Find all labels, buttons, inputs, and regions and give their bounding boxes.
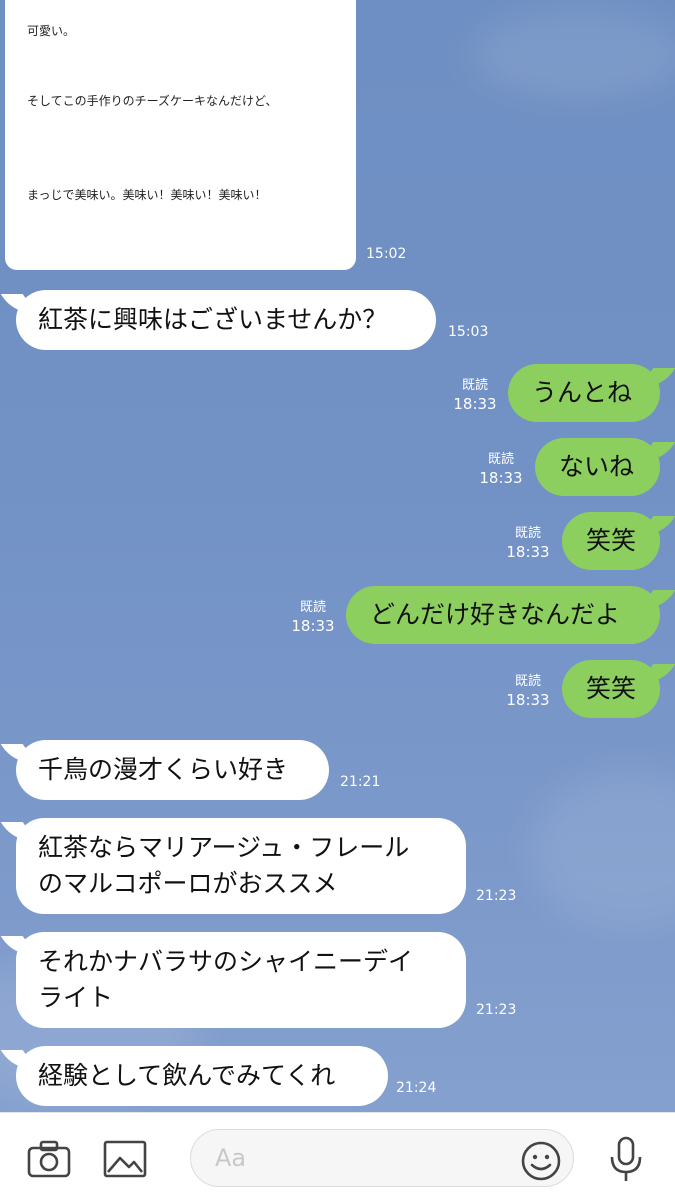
message-time: 21:21 [340,774,381,790]
message-text: 経験として飲んでみてくれ [38,1061,336,1090]
message-time: 21:23 [476,1002,517,1018]
message-text: 千鳥の漫才くらい好き [38,755,289,784]
message-text-line: ライト [38,983,114,1012]
microphone-icon[interactable] [606,1135,646,1189]
message-bubble-outgoing[interactable]: ないね [535,438,660,496]
message-text: ないね [559,452,635,481]
input-placeholder: Aa [215,1144,247,1172]
message-text-line: のマルコポーロがおススメ [38,869,338,898]
message-text-line: それかナバラサのシャイニーデイ [38,947,414,976]
message-time: 21:23 [476,888,517,904]
card-text-line: 可愛い。 [27,24,76,38]
message-time: 18:33 [506,543,550,561]
message-bubble-incoming[interactable]: 経験として飲んでみてくれ [16,1046,388,1106]
card-text-line: そしてこの手作りのチーズケーキなんだけど、 [27,94,278,108]
read-status: 既読 18:33 [503,674,553,710]
message-bubble-outgoing[interactable]: どんだけ好きなんだよ [346,586,660,644]
message-bubble-outgoing[interactable]: 笑笑 [562,512,660,570]
message-text: 紅茶に興味はございませんか？ [38,305,388,334]
shared-post-card[interactable]: 可愛い。 そしてこの手作りのチーズケーキなんだけど、 まっじで美味い。美味い！美… [5,0,356,270]
message-time: 21:24 [396,1080,437,1096]
message-text: 笑笑 [586,674,637,703]
message-time: 15:02 [366,246,407,262]
message-bubble-outgoing[interactable]: 笑笑 [562,660,660,718]
read-label: 既読 [461,378,488,393]
message-bubble-incoming[interactable]: 紅茶ならマリアージュ・フレール のマルコポーロがおススメ [16,818,466,914]
message-time: 18:33 [291,617,335,635]
message-time: 15:03 [448,324,489,340]
read-label: 既読 [487,452,514,467]
read-status: 既読 18:33 [476,452,526,488]
message-time: 18:33 [479,469,523,487]
image-icon[interactable] [102,1139,148,1183]
read-label: 既読 [514,674,541,689]
message-bubble-incoming[interactable]: それかナバラサのシャイニーデイ ライト [16,932,466,1028]
read-status: 既読 18:33 [288,600,338,636]
card-text-line: まっじで美味い。美味い！美味い！美味い！ [27,188,267,202]
message-bubble-outgoing[interactable]: うんとね [508,364,660,422]
emoji-icon[interactable] [519,1139,563,1187]
input-bar: Aa [0,1112,675,1201]
message-input[interactable]: Aa [190,1129,574,1187]
read-label: 既読 [514,526,541,541]
read-status: 既読 18:33 [450,378,500,414]
message-time: 18:33 [506,691,550,709]
read-label: 既読 [299,600,326,615]
read-status: 既読 18:33 [503,526,553,562]
message-bubble-incoming[interactable]: 紅茶に興味はございませんか？ [16,290,436,350]
message-text: 笑笑 [586,526,637,555]
chat-area[interactable]: 可愛い。 そしてこの手作りのチーズケーキなんだけど、 まっじで美味い。美味い！美… [0,0,675,1112]
message-bubble-incoming[interactable]: 千鳥の漫才くらい好き [16,740,329,800]
message-text-line: 紅茶ならマリアージュ・フレール [38,833,410,862]
camera-icon[interactable] [26,1139,72,1183]
message-time: 18:33 [453,395,497,413]
message-text: どんだけ好きなんだよ [370,600,621,629]
message-text: うんとね [532,378,633,407]
